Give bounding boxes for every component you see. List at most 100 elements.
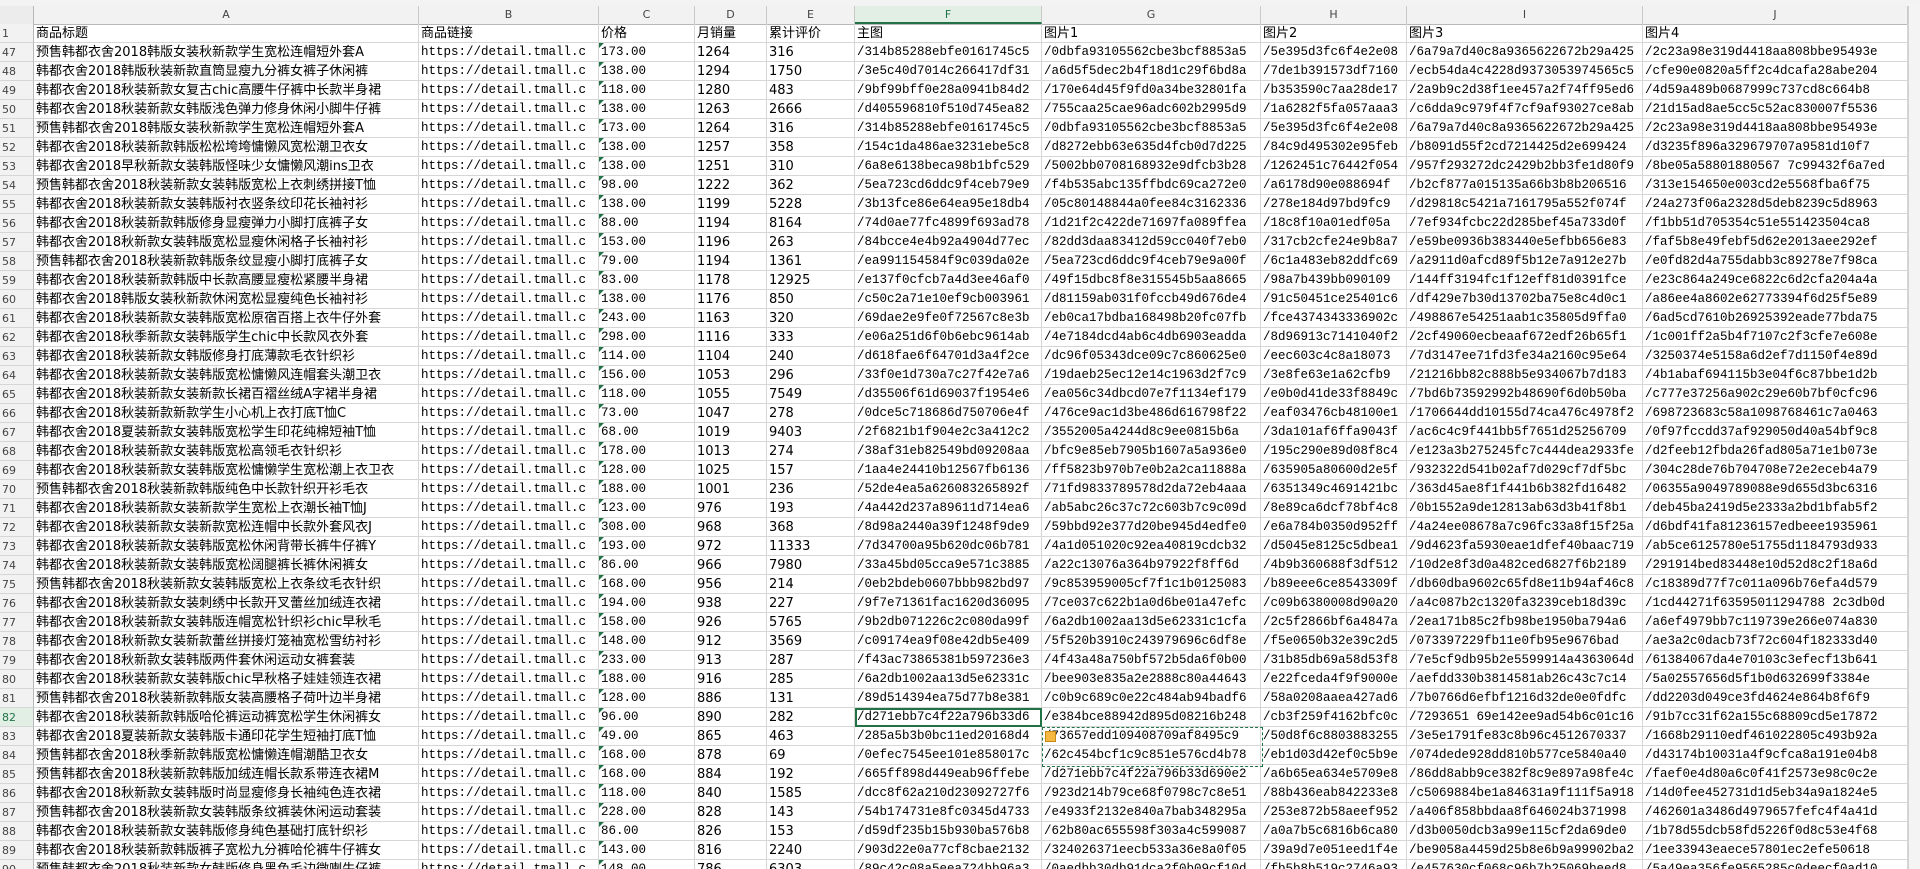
- image4-cell[interactable]: /291914bed83448e10d52d8c2f18a6d: [1643, 556, 1908, 575]
- image4-cell[interactable]: /1b78d55dcb58fd5226f0d8c53e4f68: [1643, 822, 1908, 841]
- link-cell[interactable]: https://detail.tmall.c: [419, 442, 599, 461]
- link-cell[interactable]: https://detail.tmall.c: [419, 423, 599, 442]
- title-cell[interactable]: 韩都衣舍2018秋装新款新款学生小心机上衣打底T恤C: [34, 404, 419, 423]
- title-cell[interactable]: 预售韩都衣舍2018秋装新款女装韩版宽松上衣刺绣拼接T恤: [34, 176, 419, 195]
- reviews-cell[interactable]: 5765: [767, 613, 855, 632]
- link-cell[interactable]: https://detail.tmall.c: [419, 746, 599, 765]
- title-cell[interactable]: 韩都衣舍2018早秋新款女装韩版怪味少女慵懒风潮ins卫衣: [34, 157, 419, 176]
- image2-cell[interactable]: /5e395d3fc6f4e2e08: [1261, 43, 1407, 62]
- main-image-cell[interactable]: /4a442d237a89611d714ea6: [855, 499, 1042, 518]
- main-image-cell[interactable]: /6a2db1002aa13d5e62331c: [855, 670, 1042, 689]
- image1-cell[interactable]: /a6d5f5dec2b4f18d1c29f6bd8a: [1042, 62, 1261, 81]
- row-number[interactable]: 76: [0, 594, 34, 613]
- link-cell[interactable]: https://detail.tmall.c: [419, 385, 599, 404]
- sales-cell[interactable]: 1194: [695, 252, 767, 271]
- image1-cell[interactable]: /49f15dbc8f8e315545b5aa8665: [1042, 271, 1261, 290]
- reviews-cell[interactable]: 9403: [767, 423, 855, 442]
- header-cell[interactable]: 商品链接: [419, 24, 599, 43]
- image3-cell[interactable]: /ac6c4c9f441bb5f7651d25256709: [1407, 423, 1643, 442]
- row-number[interactable]: 49: [0, 81, 34, 100]
- sales-cell[interactable]: 786: [695, 860, 767, 869]
- main-image-cell[interactable]: /d271ebb7c4f22a796b33d6: [855, 708, 1042, 727]
- title-cell[interactable]: 预售韩都衣舍2018韩版女装秋新款学生宽松连帽短外套A: [34, 119, 419, 138]
- header-cell[interactable]: 月销量: [695, 24, 767, 43]
- header-cell[interactable]: 商品标题: [34, 24, 419, 43]
- image4-cell[interactable]: /1668b29110edf461022805c493b92a: [1643, 727, 1908, 746]
- image4-cell[interactable]: /d2feeb12fbda26fad805a71e1b073e: [1643, 442, 1908, 461]
- reviews-cell[interactable]: 69: [767, 746, 855, 765]
- image2-cell[interactable]: /4b9b360688f3df512: [1261, 556, 1407, 575]
- image2-cell[interactable]: /6c1a483eb82ddfc69: [1261, 252, 1407, 271]
- link-cell[interactable]: https://detail.tmall.c: [419, 575, 599, 594]
- title-cell[interactable]: 预售韩都衣舍2018秋装新款女装韩版条纹裤装休闲运动套装: [34, 803, 419, 822]
- price-cell[interactable]: 168.00: [599, 765, 695, 784]
- image1-cell[interactable]: /d81159ab031f0fccb49d676de4: [1042, 290, 1261, 309]
- price-cell[interactable]: 173.00: [599, 119, 695, 138]
- row-number[interactable]: 63: [0, 347, 34, 366]
- row-number[interactable]: 72: [0, 518, 34, 537]
- image3-cell[interactable]: /7ef934fcbc22d285bef45a733d0f: [1407, 214, 1643, 233]
- main-image-cell[interactable]: /c50c2a71e10ef9cb003961: [855, 290, 1042, 309]
- image4-cell[interactable]: /61384067da4e70103c3efecf13b641: [1643, 651, 1908, 670]
- sales-cell[interactable]: 1264: [695, 43, 767, 62]
- title-cell[interactable]: 韩都衣舍2018秋季新款女装韩版学生chic中长款风衣外套: [34, 328, 419, 347]
- image2-cell[interactable]: /195c290e89d08f8c4: [1261, 442, 1407, 461]
- price-cell[interactable]: 153.00: [599, 233, 695, 252]
- link-cell[interactable]: https://detail.tmall.c: [419, 252, 599, 271]
- row-number[interactable]: 81: [0, 689, 34, 708]
- reviews-cell[interactable]: 143: [767, 803, 855, 822]
- row-number[interactable]: 53: [0, 157, 34, 176]
- image2-cell[interactable]: /eaf03476cb48100e1: [1261, 404, 1407, 423]
- image2-cell[interactable]: /e22fceda4f9f9000e: [1261, 670, 1407, 689]
- image2-cell[interactable]: /91c50451ce25401c6: [1261, 290, 1407, 309]
- sales-cell[interactable]: 1025: [695, 461, 767, 480]
- main-image-cell[interactable]: /f43ac73865381b597236e3: [855, 651, 1042, 670]
- image1-cell[interactable]: /62b80ac655598f303a4c599087: [1042, 822, 1261, 841]
- header-cell[interactable]: 图片1: [1042, 24, 1261, 43]
- row-number[interactable]: 66: [0, 404, 34, 423]
- row-number[interactable]: 58: [0, 252, 34, 271]
- title-cell[interactable]: 韩都衣舍2018秋装新款女装新款宽松连帽中长款外套风衣J: [34, 518, 419, 537]
- price-cell[interactable]: 86.00: [599, 822, 695, 841]
- image4-cell[interactable]: /313e154650e003cd2e5568fba6f75: [1643, 176, 1908, 195]
- price-cell[interactable]: 193.00: [599, 537, 695, 556]
- main-image-cell[interactable]: /6a8e6138beca98b1bfc529: [855, 157, 1042, 176]
- row-number[interactable]: 70: [0, 480, 34, 499]
- image1-cell[interactable]: /f4b535abc135ffbdc69ca272e0: [1042, 176, 1261, 195]
- image4-cell[interactable]: /4d59a489b0687999c737cd8c664b8: [1643, 81, 1908, 100]
- link-cell[interactable]: https://detail.tmall.c: [419, 43, 599, 62]
- sales-cell[interactable]: 816: [695, 841, 767, 860]
- title-cell[interactable]: 预售韩都衣舍2018秋装新款女韩版修身黑色毛边微喇牛仔裤: [34, 860, 419, 869]
- title-cell[interactable]: 韩都衣舍2018秋装新款女装韩版衬衣竖条纹印花长袖衬衫: [34, 195, 419, 214]
- title-cell[interactable]: 韩都衣舍2018秋装新款韩版裤子宽松九分裤哈伦裤牛仔裤女: [34, 841, 419, 860]
- main-image-cell[interactable]: /33a45bd05cca9e571c3885: [855, 556, 1042, 575]
- image4-cell[interactable]: /2c23a98e319d4418aa808bbe95493e: [1643, 43, 1908, 62]
- image4-cell[interactable]: /dd2203d049ce3fd4624e864b8f6f9: [1643, 689, 1908, 708]
- price-cell[interactable]: 148.00: [599, 632, 695, 651]
- title-cell[interactable]: 韩都衣舍2018秋新款女装韩版宽松显瘦休闲格子长袖衬衫: [34, 233, 419, 252]
- image4-cell[interactable]: /14d0fee452731d1d5eb34a9a1824e5: [1643, 784, 1908, 803]
- reviews-cell[interactable]: 11333: [767, 537, 855, 556]
- image2-cell[interactable]: /278e184d97bd9fc9: [1261, 195, 1407, 214]
- reviews-cell[interactable]: 3569: [767, 632, 855, 651]
- title-cell[interactable]: 韩都衣舍2018秋装新款女装新款学生宽松上衣潮长袖T恤J: [34, 499, 419, 518]
- row-number[interactable]: 69: [0, 461, 34, 480]
- column-header-c[interactable]: C: [599, 6, 695, 24]
- reviews-cell[interactable]: 157: [767, 461, 855, 480]
- row-number[interactable]: 89: [0, 841, 34, 860]
- main-image-cell[interactable]: /9bf99bff0e28a0941b84d2: [855, 81, 1042, 100]
- image3-cell[interactable]: /363d45ae8f1f441b6b382fd16482: [1407, 480, 1643, 499]
- image2-cell[interactable]: /f5e0650b32e39c2d5: [1261, 632, 1407, 651]
- price-cell[interactable]: 49.00: [599, 727, 695, 746]
- title-cell[interactable]: 韩都衣舍2018秋装新款女装韩版chic早秋格子娃娃领连衣裙: [34, 670, 419, 689]
- sales-cell[interactable]: 1055: [695, 385, 767, 404]
- sales-cell[interactable]: 1257: [695, 138, 767, 157]
- price-cell[interactable]: 86.00: [599, 556, 695, 575]
- sales-cell[interactable]: 1047: [695, 404, 767, 423]
- image1-cell[interactable]: /5002bb0708168932e9dfcb3b28: [1042, 157, 1261, 176]
- column-header-e[interactable]: E: [767, 6, 855, 24]
- main-image-cell[interactable]: /8d98a2440a39f1248f9de9: [855, 518, 1042, 537]
- image2-cell[interactable]: /1262451c76442f054: [1261, 157, 1407, 176]
- image3-cell[interactable]: /9d4623fa5930eae1dfef40baac719: [1407, 537, 1643, 556]
- image1-cell[interactable]: /a22c13076a364b97922f8ff6d: [1042, 556, 1261, 575]
